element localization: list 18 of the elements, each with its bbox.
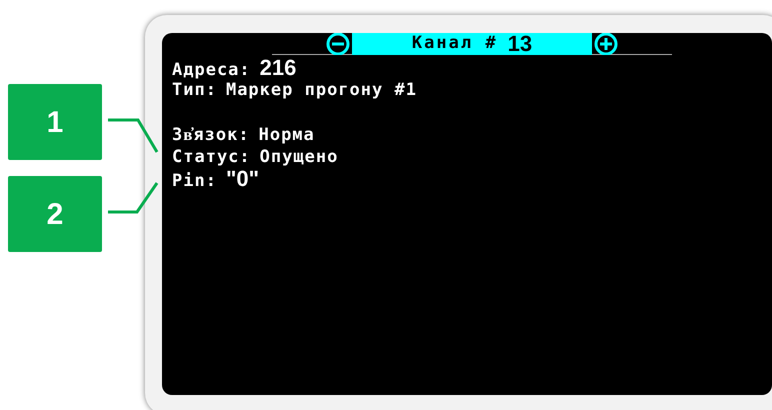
callout-badge: 1	[8, 84, 102, 160]
leader-line	[108, 182, 158, 214]
channel-title: Канал #	[412, 33, 498, 55]
field-label: Адреса:	[172, 59, 251, 81]
leader-line	[108, 118, 158, 153]
plus-icon[interactable]	[592, 33, 620, 54]
field-value: Опущено	[260, 146, 338, 168]
field-value: Маркер прогону #1	[226, 79, 417, 101]
field-label: Pin:	[172, 170, 217, 192]
field-label: Зв҆язок:	[172, 124, 250, 146]
field-value: Норма	[258, 124, 315, 146]
field-value: 216	[260, 57, 296, 79]
field-value: "0"	[226, 168, 260, 190]
field-label: Статус:	[172, 146, 251, 168]
minus-icon[interactable]	[324, 33, 352, 54]
field-label: Тип:	[172, 79, 217, 101]
channel-number: 13	[508, 33, 532, 58]
callout-badge: 2	[8, 176, 102, 252]
